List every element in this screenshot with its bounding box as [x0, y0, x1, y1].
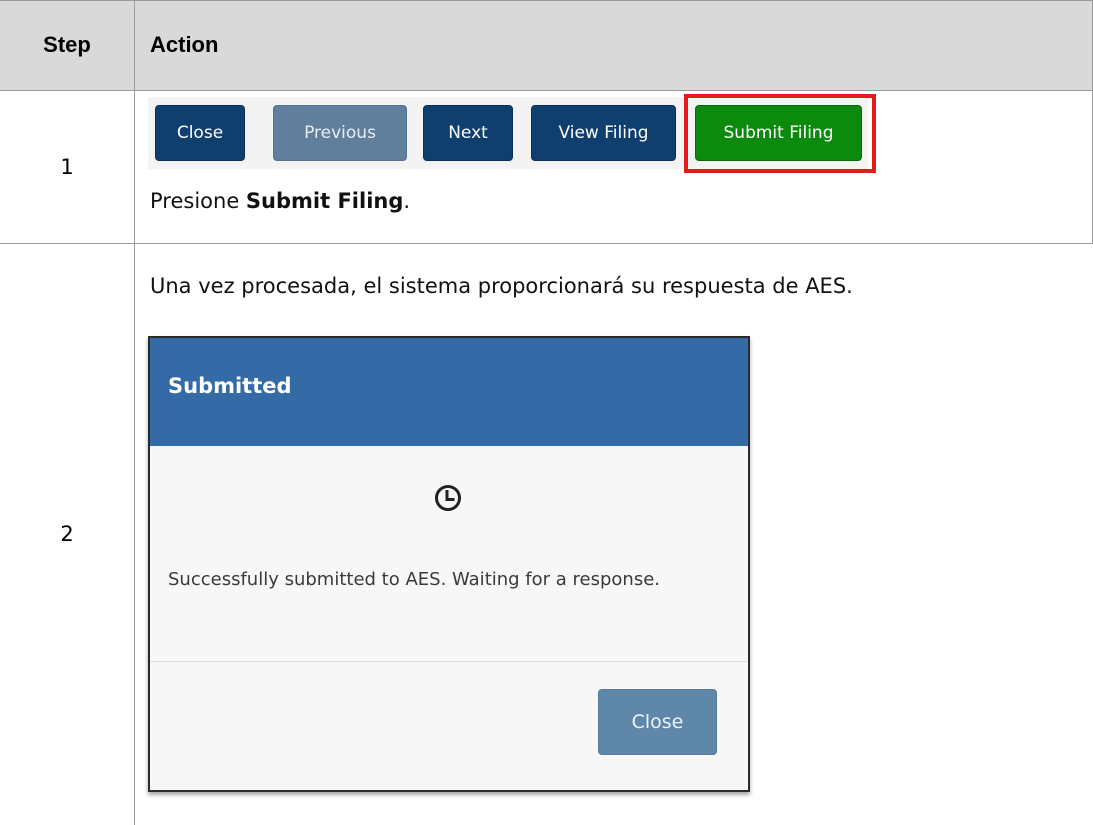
modal-header: Submitted	[150, 338, 748, 446]
close-button[interactable]: Close	[155, 105, 245, 161]
table-column-divider	[134, 0, 135, 825]
step-1-instruction: Presione Submit Filing.	[150, 189, 410, 213]
step-number-1: 1	[60, 154, 74, 179]
previous-button[interactable]: Previous	[273, 105, 407, 161]
submitted-modal: Submitted Successfully submitted to AES.…	[148, 336, 750, 792]
instruction-suffix: .	[403, 189, 411, 213]
modal-footer-divider	[150, 661, 748, 662]
instruction-prefix: Presione	[150, 189, 246, 213]
table-header-divider	[0, 90, 1093, 91]
action-column-header: Action	[150, 32, 219, 57]
submit-filing-highlight	[684, 94, 876, 173]
clock-icon	[435, 485, 461, 511]
table-row-divider	[0, 243, 1093, 244]
table-top-border	[0, 0, 1093, 1]
step-column-header: Step	[43, 32, 91, 57]
step-2-paragraph: Una vez procesada, el sistema proporcion…	[150, 274, 853, 298]
instruction-bold: Submit Filing	[245, 189, 404, 213]
modal-title: Submitted	[168, 374, 292, 398]
view-filing-button[interactable]: View Filing	[531, 105, 676, 161]
step-number-2: 2	[60, 522, 74, 546]
next-button[interactable]: Next	[423, 105, 513, 161]
modal-message: Successfully submitted to AES. Waiting f…	[168, 569, 661, 590]
modal-close-button[interactable]: Close	[598, 689, 717, 755]
